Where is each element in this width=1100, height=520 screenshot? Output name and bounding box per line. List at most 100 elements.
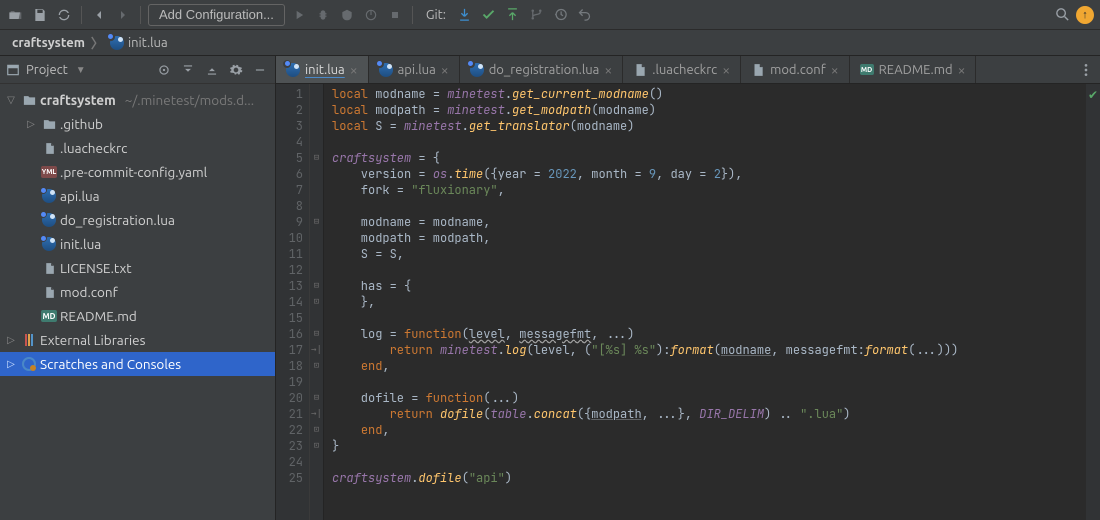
breadcrumb-file-label: init.lua bbox=[128, 36, 168, 50]
select-opened-icon[interactable] bbox=[155, 61, 173, 79]
tab-doreg-lua[interactable]: do_registration.lua × bbox=[460, 56, 624, 83]
fold-gutter[interactable]: ⊟⊟⊟⊡⊟→|⊡⊟→|⊡⊡ bbox=[310, 84, 324, 520]
breadcrumb-project[interactable]: craftsystem bbox=[12, 36, 85, 50]
coverage-icon[interactable] bbox=[337, 5, 357, 25]
chevron-right-icon[interactable]: ▷ bbox=[4, 358, 18, 370]
tree-node-label: .github bbox=[60, 116, 103, 132]
line-number-gutter: 1234567891011121314151617181920212223242… bbox=[276, 84, 310, 520]
markdown-file-icon: MD bbox=[41, 308, 57, 324]
git-pull-icon[interactable] bbox=[454, 5, 474, 25]
close-icon[interactable]: × bbox=[958, 63, 966, 77]
close-icon[interactable]: × bbox=[350, 63, 358, 77]
tab-label: do_registration.lua bbox=[489, 63, 600, 77]
file-icon bbox=[751, 63, 765, 77]
project-tool-window: Project ▼ ▽ craftsystem ~/.minetest/mods… bbox=[0, 56, 276, 520]
tree-node-label: External Libraries bbox=[40, 332, 145, 348]
tab-label: api.lua bbox=[398, 63, 436, 77]
chevron-right-icon[interactable]: ▷ bbox=[24, 118, 38, 130]
toolbar-separator bbox=[81, 6, 82, 24]
editor-body[interactable]: 1234567891011121314151617181920212223242… bbox=[276, 84, 1100, 520]
git-commit-icon[interactable] bbox=[478, 5, 498, 25]
close-icon[interactable]: × bbox=[831, 63, 839, 77]
tree-external-libraries[interactable]: ▷ External Libraries bbox=[0, 328, 275, 352]
git-push-icon[interactable] bbox=[502, 5, 522, 25]
libraries-icon bbox=[21, 332, 37, 348]
git-branch-icon[interactable] bbox=[526, 5, 546, 25]
lua-file-icon bbox=[379, 63, 393, 77]
project-tool-title[interactable]: Project bbox=[26, 63, 68, 77]
stop-icon[interactable] bbox=[385, 5, 405, 25]
tree-scratches[interactable]: ▷ Scratches and Consoles bbox=[0, 352, 275, 376]
close-icon[interactable]: × bbox=[722, 63, 730, 77]
tree-file-readme[interactable]: · MD README.md bbox=[0, 304, 275, 328]
lua-file-icon bbox=[110, 36, 124, 50]
main-toolbar: Add Configuration... Git: ↑ bbox=[0, 0, 1100, 30]
project-tree[interactable]: ▽ craftsystem ~/.minetest/mods.d... ▷ .g… bbox=[0, 84, 275, 520]
tree-node-label: .luacheckrc bbox=[60, 140, 127, 156]
lua-file-icon bbox=[470, 63, 484, 77]
chevron-right-icon[interactable]: ▷ bbox=[4, 334, 18, 346]
expand-all-icon[interactable] bbox=[179, 61, 197, 79]
tree-node-label: api.lua bbox=[60, 188, 100, 204]
save-all-icon[interactable] bbox=[30, 5, 50, 25]
tree-file-init[interactable]: · init.lua bbox=[0, 232, 275, 256]
tree-node-label: LICENSE.txt bbox=[60, 260, 132, 276]
chevron-right-icon: 〉 bbox=[91, 33, 104, 52]
tree-node-label: .pre-commit-config.yaml bbox=[60, 164, 207, 180]
tree-file-modconf[interactable]: · mod.conf bbox=[0, 280, 275, 304]
nav-back-icon[interactable] bbox=[89, 5, 109, 25]
open-icon[interactable] bbox=[6, 5, 26, 25]
close-icon[interactable]: × bbox=[604, 63, 612, 77]
tree-node-label: do_registration.lua bbox=[60, 212, 175, 228]
tree-file-license[interactable]: · LICENSE.txt bbox=[0, 256, 275, 280]
markdown-file-icon: MD bbox=[860, 64, 874, 75]
tab-luacheckrc[interactable]: .luacheckrc × bbox=[623, 56, 741, 83]
run-icon[interactable] bbox=[289, 5, 309, 25]
lua-file-icon bbox=[286, 63, 300, 77]
settings-icon[interactable] bbox=[227, 61, 245, 79]
tab-init-lua[interactable]: init.lua × bbox=[276, 56, 369, 83]
tab-modconf[interactable]: mod.conf × bbox=[741, 56, 849, 83]
tree-node-label: init.lua bbox=[60, 236, 101, 252]
tree-folder-github[interactable]: ▷ .github bbox=[0, 112, 275, 136]
toolbar-separator bbox=[140, 6, 141, 24]
tree-project-root[interactable]: ▽ craftsystem ~/.minetest/mods.d... bbox=[0, 88, 275, 112]
sync-icon[interactable] bbox=[54, 5, 74, 25]
git-history-icon[interactable] bbox=[550, 5, 570, 25]
code-editor[interactable]: local modname = minetest.get_current_mod… bbox=[324, 84, 1086, 520]
file-icon bbox=[41, 284, 57, 300]
chevron-down-icon[interactable]: ▼ bbox=[76, 64, 86, 76]
file-icon bbox=[41, 140, 57, 156]
project-icon bbox=[6, 63, 20, 77]
search-everywhere-icon[interactable] bbox=[1052, 5, 1072, 25]
nav-forward-icon[interactable] bbox=[113, 5, 133, 25]
tree-node-label: README.md bbox=[60, 308, 137, 324]
breadcrumb: craftsystem 〉 init.lua bbox=[0, 30, 1100, 56]
folder-icon bbox=[41, 116, 57, 132]
collapse-all-icon[interactable] bbox=[203, 61, 221, 79]
git-rollback-icon[interactable] bbox=[574, 5, 594, 25]
lua-file-icon bbox=[41, 212, 57, 228]
tree-file-precommit[interactable]: · YML .pre-commit-config.yaml bbox=[0, 160, 275, 184]
tab-label: README.md bbox=[879, 63, 953, 77]
hide-icon[interactable] bbox=[251, 61, 269, 79]
tree-node-label: Scratches and Consoles bbox=[40, 356, 181, 372]
error-stripe[interactable]: ✔ bbox=[1086, 84, 1100, 520]
tab-readme[interactable]: MD README.md × bbox=[850, 56, 977, 83]
tree-file-doreg[interactable]: · do_registration.lua bbox=[0, 208, 275, 232]
debug-icon[interactable] bbox=[313, 5, 333, 25]
avatar-icon[interactable]: ↑ bbox=[1076, 6, 1094, 24]
scratches-icon bbox=[21, 356, 37, 372]
tree-file-luacheckrc[interactable]: · .luacheckrc bbox=[0, 136, 275, 160]
tree-node-label: craftsystem bbox=[40, 92, 116, 108]
profile-icon[interactable] bbox=[361, 5, 381, 25]
tabs-more-icon[interactable] bbox=[1072, 56, 1100, 83]
tree-file-api[interactable]: · api.lua bbox=[0, 184, 275, 208]
tab-api-lua[interactable]: api.lua × bbox=[369, 56, 460, 83]
close-icon[interactable]: × bbox=[441, 63, 449, 77]
lua-file-icon bbox=[41, 188, 57, 204]
breadcrumb-file[interactable]: init.lua bbox=[110, 36, 168, 50]
run-configurations-button[interactable]: Add Configuration... bbox=[148, 4, 285, 26]
chevron-down-icon[interactable]: ▽ bbox=[4, 94, 18, 106]
folder-icon bbox=[21, 92, 37, 108]
